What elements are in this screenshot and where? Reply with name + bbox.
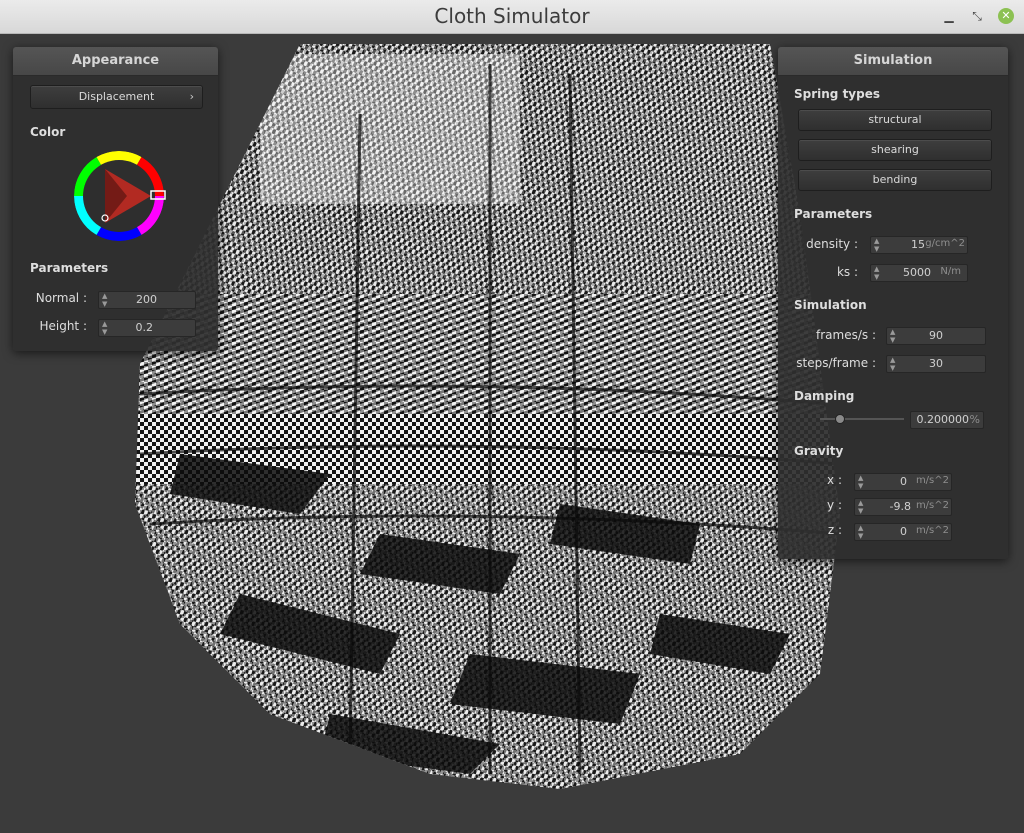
structural-toggle[interactable]: structural xyxy=(798,109,992,131)
density-input[interactable]: ▲ ▼ 15 g/cm^2 xyxy=(870,236,968,254)
close-icon[interactable]: ✕ xyxy=(998,8,1014,24)
appearance-panel: Appearance Displacement › Color Paramete… xyxy=(13,47,218,351)
simulation-panel: Simulation Spring types structural shear… xyxy=(778,47,1008,559)
simulation-parameters-label: Parameters xyxy=(794,207,873,221)
damping-slider[interactable] xyxy=(820,414,904,424)
gravity-y-input[interactable]: ▲ ▼ -9.8 m/s^2 xyxy=(854,498,952,516)
spinner-arrows-icon[interactable]: ▲ ▼ xyxy=(874,265,879,281)
ks-input[interactable]: ▲ ▼ 5000 N/m xyxy=(870,264,968,282)
height-label: Height : xyxy=(39,319,87,333)
chevron-right-icon: › xyxy=(189,90,194,103)
color-wheel[interactable] xyxy=(69,146,169,246)
minimize-icon[interactable]: ▁ xyxy=(940,7,958,25)
gravity-z-input[interactable]: ▲ ▼ 0 m/s^2 xyxy=(854,523,952,541)
simulation-panel-header: Simulation xyxy=(778,47,1008,76)
maximize-icon[interactable]: ⤡ xyxy=(968,7,986,25)
appearance-panel-header: Appearance xyxy=(13,47,218,76)
frames-label: frames/s : xyxy=(816,328,876,342)
gravity-label: Gravity xyxy=(794,444,844,458)
spinner-arrows-icon[interactable]: ▲ ▼ xyxy=(858,524,863,540)
spinner-arrows-icon[interactable]: ▲ ▼ xyxy=(890,328,895,344)
steps-label: steps/frame : xyxy=(796,356,876,370)
damping-label: Damping xyxy=(794,389,855,403)
title-bar: Cloth Simulator ▁ ⤡ ✕ xyxy=(0,0,1024,34)
normal-label: Normal : xyxy=(35,291,87,305)
appearance-parameters-label: Parameters xyxy=(30,261,109,275)
spinner-arrows-icon[interactable]: ▲ ▼ xyxy=(890,356,895,372)
gravity-x-label: x : xyxy=(827,473,842,487)
damping-input[interactable]: 0.200000 % xyxy=(910,411,984,429)
spinner-arrows-icon[interactable]: ▲ ▼ xyxy=(874,237,879,253)
spinner-arrows-icon[interactable]: ▲ ▼ xyxy=(102,320,107,336)
shader-dropdown-label: Displacement xyxy=(78,90,155,103)
spinner-arrows-icon[interactable]: ▲ ▼ xyxy=(102,292,107,308)
frames-input[interactable]: ▲ ▼ 90 xyxy=(886,327,986,345)
spring-types-label: Spring types xyxy=(794,87,881,101)
spinner-arrows-icon[interactable]: ▲ ▼ xyxy=(858,474,863,490)
gravity-z-label: z : xyxy=(827,523,842,537)
shader-dropdown[interactable]: Displacement › xyxy=(30,85,203,109)
color-label: Color xyxy=(30,125,66,139)
density-label: density : xyxy=(806,237,858,251)
damping-slider-handle[interactable] xyxy=(834,414,845,424)
height-input[interactable]: ▲ ▼ 0.2 xyxy=(98,319,196,337)
shearing-toggle[interactable]: shearing xyxy=(798,139,992,161)
gravity-x-input[interactable]: ▲ ▼ 0 m/s^2 xyxy=(854,473,952,491)
spinner-arrows-icon[interactable]: ▲ ▼ xyxy=(858,499,863,515)
gravity-y-label: y : xyxy=(827,498,842,512)
ks-label: ks : xyxy=(836,265,858,279)
window-title: Cloth Simulator xyxy=(434,4,590,28)
normal-input[interactable]: ▲ ▼ 200 xyxy=(98,291,196,309)
steps-input[interactable]: ▲ ▼ 30 xyxy=(886,355,986,373)
simulation-section-label: Simulation xyxy=(794,298,867,312)
bending-toggle[interactable]: bending xyxy=(798,169,992,191)
